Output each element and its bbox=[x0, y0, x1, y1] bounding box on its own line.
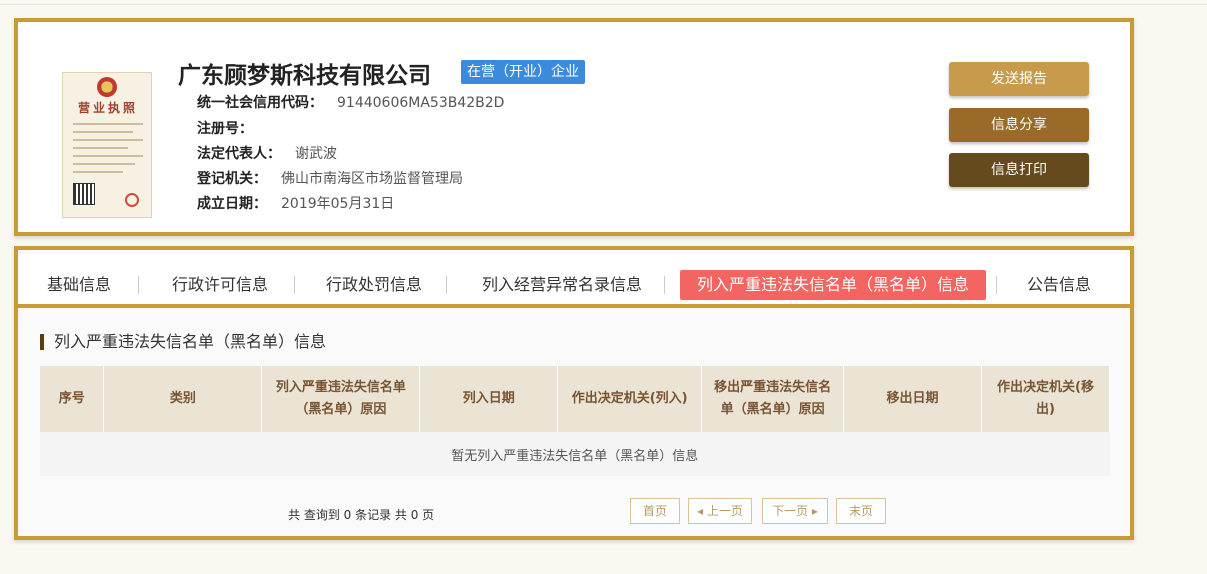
next-page-button[interactable]: 下一页 ▸ bbox=[762, 498, 828, 524]
column-header: 列入严重违法失信名单（黑名单）原因 bbox=[261, 366, 421, 432]
tab-bar: 基础信息 行政许可信息 行政处罚信息 列入经营异常名录信息 列入严重违法失信名单… bbox=[18, 254, 1130, 308]
registration-number-row: 注册号： bbox=[197, 121, 253, 137]
business-license-image[interactable]: 营业执照 bbox=[62, 72, 152, 218]
column-header: 作出决定机关(列入) bbox=[557, 366, 703, 432]
share-info-button[interactable]: 信息分享 bbox=[949, 108, 1089, 142]
send-report-button[interactable]: 发送报告 bbox=[949, 62, 1089, 96]
prev-page-button[interactable]: ◂ 上一页 bbox=[688, 498, 752, 524]
qr-code-icon bbox=[73, 183, 95, 205]
tab-abnormal-operation[interactable]: 列入经营异常名录信息 bbox=[464, 270, 660, 300]
section-title: 列入严重违法失信名单（黑名单）信息 bbox=[40, 334, 326, 350]
credit-code-row: 统一社会信用代码： 91440606MA53B42B2D bbox=[197, 95, 505, 111]
chevron-right-icon: ▸ bbox=[808, 504, 818, 518]
tab-blacklist[interactable]: 列入严重违法失信名单（黑名单）信息 bbox=[680, 270, 986, 300]
table-row: 暂无列入严重违法失信名单（黑名单）信息 bbox=[40, 432, 1110, 476]
license-title: 营业执照 bbox=[77, 101, 138, 115]
seal-stamp-icon bbox=[125, 193, 139, 207]
tab-announcements[interactable]: 公告信息 bbox=[1014, 270, 1104, 300]
tab-administrative-license[interactable]: 行政许可信息 bbox=[158, 270, 282, 300]
print-info-button[interactable]: 信息打印 bbox=[949, 153, 1089, 187]
blacklist-table: 序号 类别 列入严重违法失信名单（黑名单）原因 列入日期 作出决定机关(列入) … bbox=[40, 366, 1110, 476]
column-header: 作出决定机关(移出) bbox=[981, 366, 1110, 432]
record-summary: 共 查询到 0 条记录 共 0 页 bbox=[288, 508, 435, 522]
national-emblem-icon bbox=[97, 77, 117, 97]
chevron-left-icon: ◂ bbox=[697, 504, 707, 518]
registration-authority-row: 登记机关： 佛山市南海区市场监督管理局 bbox=[197, 171, 463, 187]
legal-representative-row: 法定代表人： 谢武波 bbox=[197, 146, 337, 162]
company-name: 广东顾梦斯科技有限公司 bbox=[178, 63, 431, 89]
top-divider bbox=[0, 4, 1207, 5]
tab-basic-info[interactable]: 基础信息 bbox=[34, 270, 124, 300]
table-header-row: 序号 类别 列入严重违法失信名单（黑名单）原因 列入日期 作出决定机关(列入) … bbox=[40, 366, 1110, 432]
tab-administrative-penalty[interactable]: 行政处罚信息 bbox=[312, 270, 436, 300]
column-header: 移出日期 bbox=[843, 366, 982, 432]
established-date-row: 成立日期： 2019年05月31日 bbox=[197, 196, 395, 212]
detail-panel: 基础信息 行政许可信息 行政处罚信息 列入经营异常名录信息 列入严重违法失信名单… bbox=[14, 246, 1134, 540]
column-header: 类别 bbox=[103, 366, 263, 432]
column-header: 移出严重违法失信名单（黑名单）原因 bbox=[701, 366, 845, 432]
status-badge: 在营（开业）企业 bbox=[461, 60, 585, 84]
column-header: 列入日期 bbox=[419, 366, 559, 432]
last-page-button[interactable]: 末页 bbox=[836, 498, 886, 524]
first-page-button[interactable]: 首页 bbox=[630, 498, 680, 524]
company-card: 营业执照 广东顾梦斯科技有限公司 在营（开业）企业 统一社会信用代码： 91440… bbox=[14, 18, 1134, 236]
column-header: 序号 bbox=[40, 366, 105, 432]
empty-message: 暂无列入严重违法失信名单（黑名单）信息 bbox=[40, 432, 1110, 476]
